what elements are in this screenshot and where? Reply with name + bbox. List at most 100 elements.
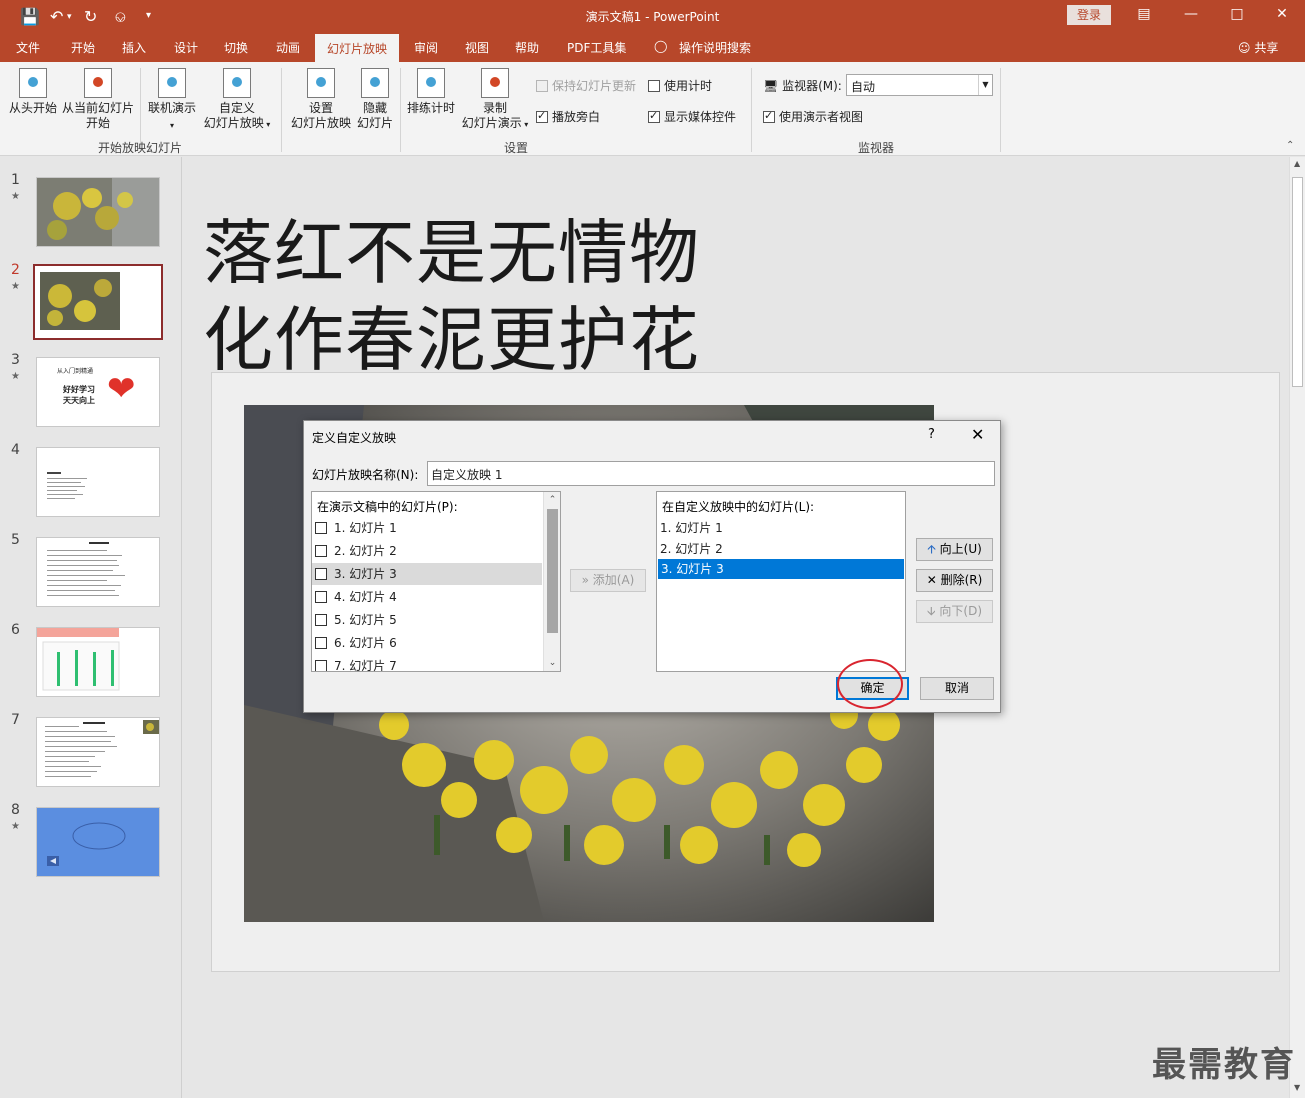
slide-checkbox[interactable] — [315, 591, 327, 603]
slide-title-line-1[interactable]: 落红不是无情物 — [203, 197, 700, 298]
slide-thumbnail-2[interactable] — [33, 264, 163, 340]
list-item[interactable]: 6. 幻灯片 6 — [312, 632, 560, 654]
show-name-label: 幻灯片放映名称(N): — [312, 468, 419, 482]
keep-slides-updated-checkbox[interactable]: 保持幻灯片更新 — [536, 77, 636, 94]
tab-slideshow[interactable]: 幻灯片放映 — [315, 34, 400, 62]
scroll-up-icon[interactable]: ▲ — [1294, 159, 1300, 168]
rehearse-timings-button[interactable]: 排练计时 — [405, 68, 457, 116]
record-slideshow-button[interactable]: 录制 幻灯片演示 ▾ — [459, 68, 531, 132]
collapse-ribbon-icon[interactable]: ⌃ — [1286, 140, 1294, 151]
login-button[interactable]: 登录 — [1067, 5, 1111, 25]
double-arrow-right-icon: » — [581, 573, 593, 587]
slide-title-line-2[interactable]: 化作春泥更护花 — [203, 284, 700, 385]
dropdown-arrow-icon: ▾ — [169, 121, 174, 130]
move-down-button[interactable]: 🡫 向下(D) — [916, 600, 993, 623]
ribbon-display-options-icon[interactable]: ▤ — [1134, 6, 1154, 22]
close-icon[interactable]: ✕ — [971, 425, 984, 444]
animation-star-icon: ★ — [11, 191, 20, 202]
define-custom-show-dialog: 定义自定义放映 ? ✕ 幻灯片放映名称(N): 自定义放映 1 在演示文稿中的幻… — [303, 420, 1001, 713]
slide-checkbox[interactable] — [315, 522, 327, 534]
custom-show-slides-label: 在自定义放映中的幻灯片(L): — [662, 500, 815, 514]
maximize-icon[interactable]: □ — [1227, 6, 1247, 22]
move-up-button[interactable]: 🡩 向上(U) — [916, 538, 993, 561]
slide-thumbnail-7[interactable] — [36, 717, 160, 787]
list-item-selected[interactable]: 3. 幻灯片 3 — [658, 559, 904, 579]
slide-thumbnail-4[interactable] — [36, 447, 160, 517]
dropdown-arrow-icon: ▾ — [521, 120, 529, 129]
list-item[interactable]: 4. 幻灯片 4 — [312, 586, 560, 608]
monitor-label: 🖥 监视器(M): — [763, 79, 842, 93]
list-scrollbar[interactable]: ⌃ ⌄ — [543, 492, 560, 671]
ribbon-separator — [1000, 68, 1001, 152]
cancel-button[interactable]: 取消 — [920, 677, 994, 700]
show-media-controls-checkbox[interactable]: 显示媒体控件 — [648, 108, 736, 125]
share-button[interactable]: ☺ 共享 — [1238, 39, 1278, 56]
presentation-slides-label: 在演示文稿中的幻灯片(P): — [317, 500, 458, 514]
from-beginning-button[interactable]: 从头开始 — [8, 68, 58, 116]
play-from-start-icon — [19, 68, 47, 98]
heart-icon: ❤ — [107, 369, 136, 409]
hide-slide-button[interactable]: 隐藏 幻灯片 — [355, 68, 395, 131]
setup-slideshow-button[interactable]: 设置 幻灯片放映 — [290, 68, 352, 131]
ribbon-separator — [751, 68, 752, 152]
presentation-slides-list[interactable]: 在演示文稿中的幻灯片(P): 1. 幻灯片 1 2. 幻灯片 2 3. 幻灯片 … — [311, 491, 561, 672]
slide-thumbnail-1[interactable] — [36, 177, 160, 247]
scrollbar-thumb[interactable] — [1292, 177, 1303, 387]
tab-transitions[interactable]: 切换 — [224, 39, 248, 56]
slide-number: 4 — [11, 442, 20, 458]
slide-thumbnail-3[interactable]: 从入门到精通 好好学习 天天向上 ❤ — [36, 357, 160, 427]
custom-show-slides-list[interactable]: 在自定义放映中的幻灯片(L): 1. 幻灯片 1 2. 幻灯片 2 3. 幻灯片… — [656, 491, 906, 672]
close-window-icon[interactable]: ✕ — [1272, 6, 1292, 22]
title-bar: 💾 ↶ ▾ ↻ ⎉ ▾ 演示文稿1 - PowerPoint 登录 ▤ — □ … — [0, 0, 1305, 32]
tab-home[interactable]: 开始 — [71, 39, 95, 56]
list-item[interactable]: 1. 幻灯片 1 — [312, 517, 560, 539]
play-narrations-checkbox[interactable]: 播放旁白 — [536, 108, 600, 125]
from-current-slide-button[interactable]: 从当前幻灯片 开始 — [62, 68, 134, 131]
slide-checkbox[interactable] — [315, 660, 327, 671]
slide-thumbnail-6[interactable] — [36, 627, 160, 697]
show-name-input[interactable]: 自定义放映 1 — [427, 461, 995, 486]
scrollbar-thumb[interactable] — [547, 509, 558, 633]
list-item[interactable]: 5. 幻灯片 5 — [312, 609, 560, 631]
ok-button[interactable]: 确定 — [836, 677, 909, 700]
list-item[interactable]: 3. 幻灯片 3 — [312, 563, 542, 585]
lightbulb-icon: ◯ — [654, 39, 668, 53]
tab-file[interactable]: 文件 — [16, 39, 40, 56]
list-item[interactable]: 2. 幻灯片 2 — [657, 538, 905, 560]
tab-insert[interactable]: 插入 — [122, 39, 146, 56]
scroll-up-icon[interactable]: ⌃ — [544, 492, 560, 508]
tab-animations[interactable]: 动画 — [276, 39, 300, 56]
monitor-select[interactable]: 自动 ▼ — [846, 74, 993, 96]
flower-photo-thumb — [35, 266, 161, 338]
list-item[interactable]: 1. 幻灯片 1 — [657, 517, 905, 539]
list-item[interactable]: 7. 幻灯片 7 — [312, 655, 560, 671]
animation-star-icon: ★ — [11, 281, 20, 292]
tell-me-search[interactable]: 操作说明搜索 — [679, 39, 751, 56]
list-item[interactable]: 2. 幻灯片 2 — [312, 540, 560, 562]
animation-star-icon: ★ — [11, 821, 20, 832]
vertical-scrollbar[interactable]: ▲ ▼ — [1289, 157, 1305, 1098]
tab-help[interactable]: 帮助 — [515, 39, 539, 56]
slide-checkbox[interactable] — [315, 545, 327, 557]
delete-button[interactable]: ✕ 删除(R) — [916, 569, 993, 592]
custom-slideshow-button[interactable]: 自定义 幻灯片放映 ▾ — [201, 68, 273, 132]
text-lines-thumb — [47, 542, 125, 596]
cloud-shape-thumb — [37, 808, 159, 876]
help-button[interactable]: ? — [928, 427, 935, 442]
slide-number: 6 — [11, 622, 20, 638]
tab-pdf-tools[interactable]: PDF工具集 — [567, 39, 626, 56]
slide-checkbox[interactable] — [315, 637, 327, 649]
tab-review[interactable]: 审阅 — [414, 39, 438, 56]
tab-view[interactable]: 视图 — [465, 39, 489, 56]
slide-checkbox[interactable] — [315, 568, 327, 580]
slide-checkbox[interactable] — [315, 614, 327, 626]
slide-thumbnail-5[interactable] — [36, 537, 160, 607]
presenter-view-checkbox[interactable]: 使用演示者视图 — [763, 108, 863, 125]
add-button[interactable]: » 添加(A) — [570, 569, 646, 592]
slide-thumbnail-8[interactable] — [36, 807, 160, 877]
minimize-icon[interactable]: — — [1181, 6, 1201, 22]
tab-design[interactable]: 设计 — [174, 39, 198, 56]
use-timings-checkbox[interactable]: 使用计时 — [648, 77, 712, 94]
scroll-down-icon[interactable]: ⌄ — [544, 655, 560, 671]
present-online-button[interactable]: 联机演示 ▾ — [147, 68, 197, 133]
